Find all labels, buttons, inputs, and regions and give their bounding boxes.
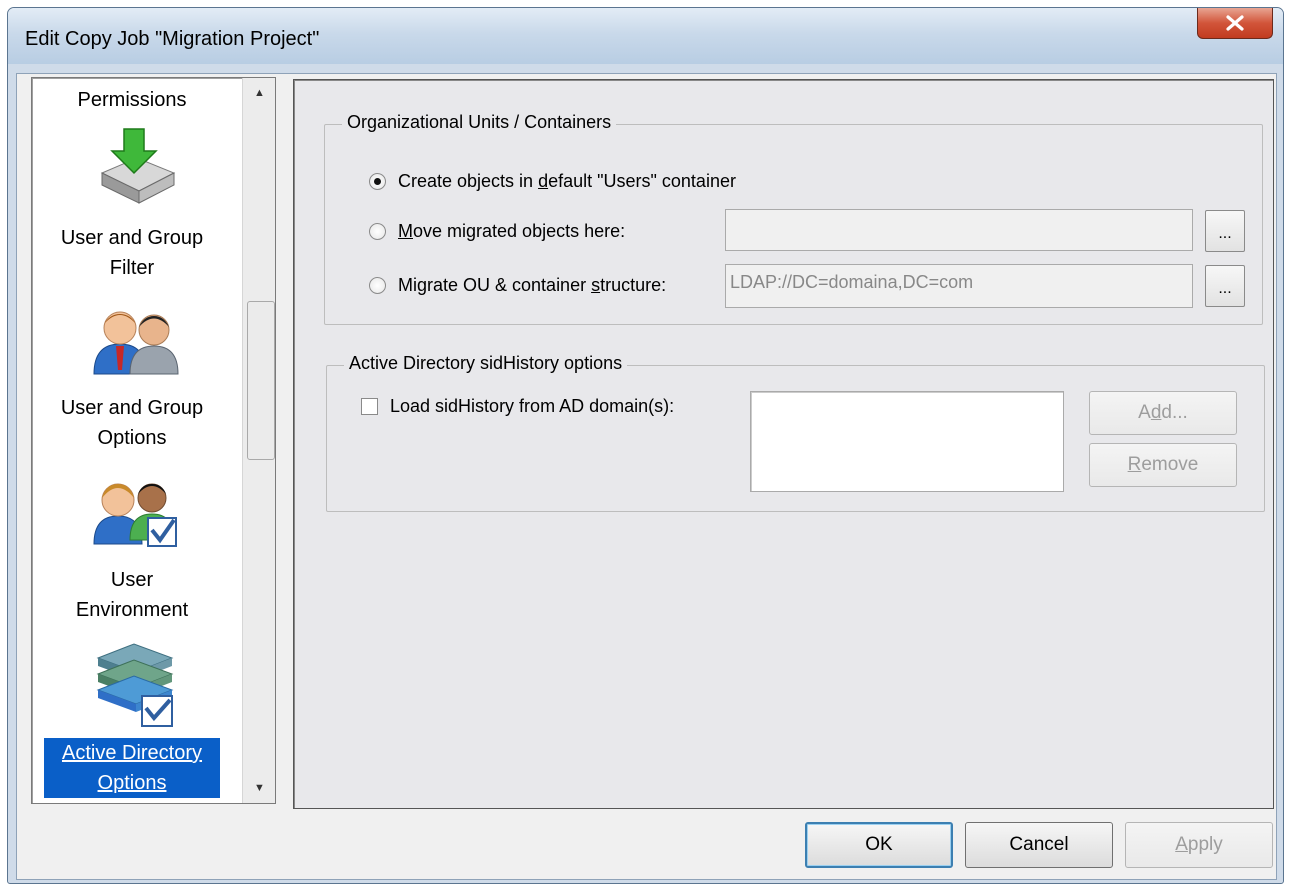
sidebar-nav[interactable]: Permissions User and Group Filter User a…: [31, 77, 276, 804]
apply-button[interactable]: Apply: [1125, 822, 1273, 868]
remove-domain-button[interactable]: Remove: [1089, 443, 1237, 487]
ou-containers-group: Organizational Units / Containers Create…: [324, 112, 1263, 325]
radio-button[interactable]: [369, 173, 386, 190]
radio-default-users-container[interactable]: Create objects in default "Users" contai…: [369, 171, 736, 192]
radio-move-migrated-objects[interactable]: Move migrated objects here:: [369, 221, 625, 242]
users-options-icon: [93, 483, 177, 547]
sidebar-item-label: User: [110, 569, 154, 591]
option-label: Create objects in default "Users" contai…: [398, 171, 736, 191]
sidebar-item-label: User and Group: [60, 227, 204, 249]
radio-migrate-ou-structure[interactable]: Migrate OU & container structure:: [369, 275, 666, 296]
sidebar-scrollbar[interactable]: ▲ ▼: [242, 78, 275, 803]
title-bar[interactable]: Edit Copy Job "Migration Project": [8, 8, 1283, 64]
sidebar-item-user-group-options[interactable]: User and Group Options: [32, 393, 232, 453]
scroll-down-arrow[interactable]: ▼: [243, 773, 275, 803]
sidebar-item-label: Active Directory: [44, 738, 220, 768]
sidebar-item-label: Permissions: [77, 89, 187, 111]
option-label: Move migrated objects here:: [398, 221, 626, 241]
scroll-thumb[interactable]: [247, 301, 275, 460]
group-legend: Active Directory sidHistory options: [344, 353, 628, 374]
radio-button[interactable]: [369, 223, 386, 240]
permissions-download-icon: [100, 128, 176, 204]
ou-structure-ldap-field[interactable]: LDAP://DC=domaina,DC=com: [725, 264, 1193, 308]
option-label: Migrate OU & container structure:: [398, 275, 667, 295]
sidebar-item-label-2: Filter: [109, 257, 155, 279]
browse-move-target-button[interactable]: ...: [1205, 210, 1245, 252]
sidebar-item-active-directory-options[interactable]: Active Directory Options: [32, 738, 232, 798]
sidebar-item-label-2: Options: [44, 768, 220, 798]
users-filter-icon: [93, 311, 179, 375]
sidhistory-group: Active Directory sidHistory options Load…: [326, 353, 1265, 512]
window-title: Edit Copy Job "Migration Project": [25, 28, 320, 50]
sidebar-item-label: User and Group: [60, 397, 204, 419]
close-button[interactable]: [1197, 8, 1273, 39]
ad-domains-listbox[interactable]: [750, 391, 1064, 492]
radio-button[interactable]: [369, 277, 386, 294]
options-panel: Organizational Units / Containers Create…: [293, 79, 1274, 809]
checkbox[interactable]: [361, 398, 378, 415]
sidebar-item-user-group-filter[interactable]: User and Group Filter: [32, 223, 232, 283]
close-icon: [1226, 15, 1244, 31]
add-domain-button[interactable]: Ad d...: [1089, 391, 1237, 435]
sidebar-item-permissions[interactable]: Permissions: [32, 85, 232, 115]
group-legend: Organizational Units / Containers: [342, 112, 617, 133]
sidebar-item-user-environment[interactable]: User Environment: [32, 565, 232, 625]
sidebar-item-label-2: Environment: [75, 599, 189, 621]
browse-ou-structure-button[interactable]: ...: [1205, 265, 1245, 307]
cancel-button[interactable]: Cancel: [965, 822, 1113, 868]
scroll-up-arrow[interactable]: ▲: [243, 78, 275, 108]
move-target-field[interactable]: [725, 209, 1193, 251]
active-directory-icon: [96, 643, 174, 727]
checkbox-label: Load sidHistory from AD domain(s):: [390, 396, 675, 416]
ok-button[interactable]: OK: [805, 822, 953, 868]
load-sidhistory-checkbox[interactable]: Load sidHistory from AD domain(s):: [361, 396, 674, 417]
sidebar-item-label-2: Options: [97, 427, 167, 449]
